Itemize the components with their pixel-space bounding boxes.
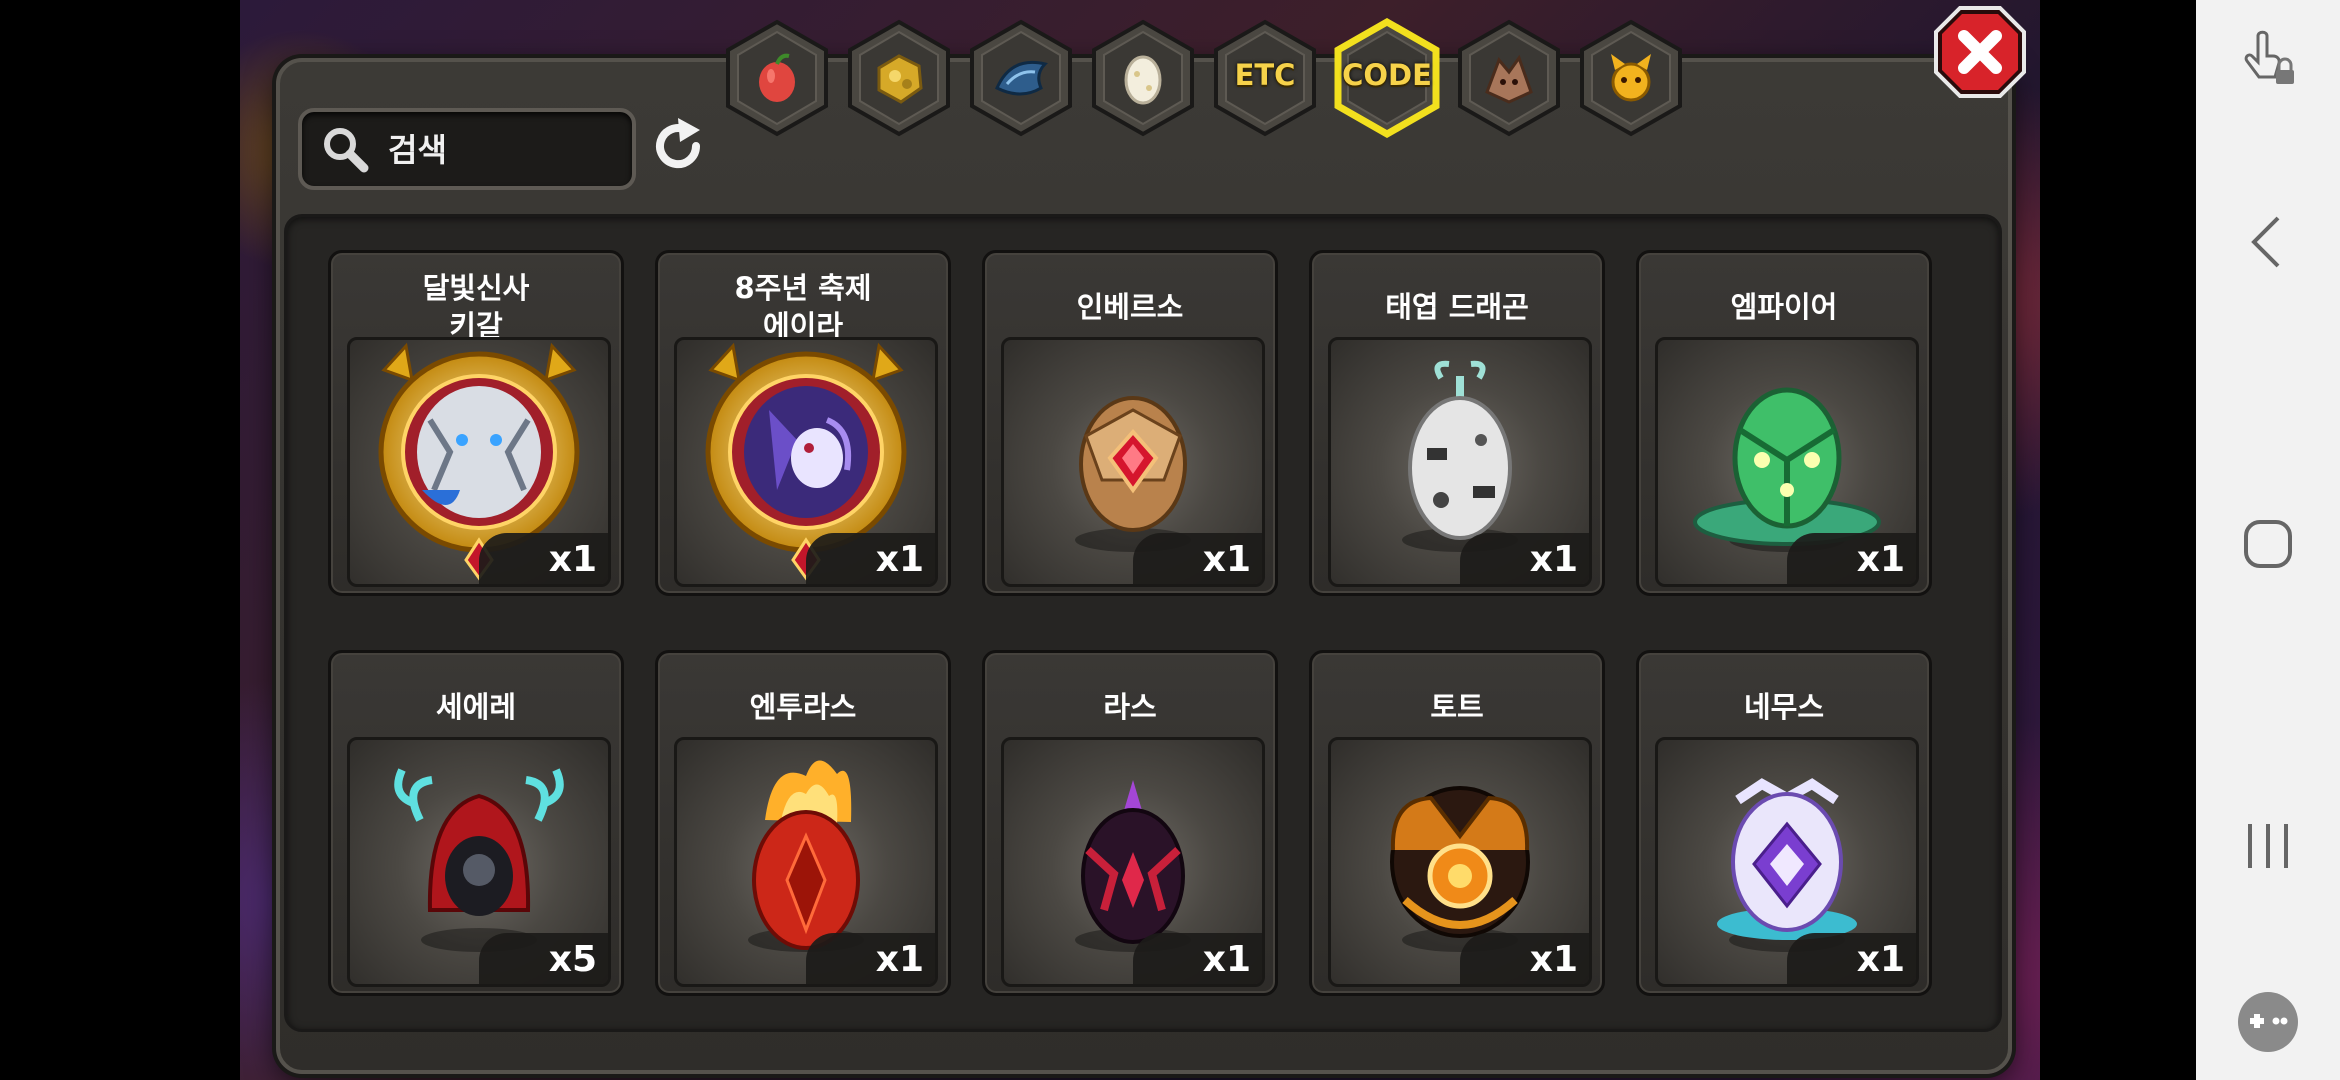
item-quantity: x1 [479,533,608,584]
item-quantity: x1 [1787,933,1916,984]
refresh-icon[interactable] [648,116,708,176]
fruit-icon [759,53,795,102]
back-icon[interactable] [2236,210,2300,274]
item-quantity: x1 [806,933,935,984]
item-card[interactable]: 달빛신사 키갈 x1 [328,250,624,596]
item-frame: x1 [674,337,938,587]
search-box [298,108,636,190]
close-button[interactable] [1932,4,2028,100]
item-card[interactable]: 네무스 x1 [1636,650,1932,996]
tab-dragon[interactable] [1454,18,1564,138]
tab-egg[interactable] [1088,18,1198,138]
search-input[interactable] [386,122,620,178]
item-card[interactable]: 세에레 x5 [328,650,624,996]
tab-label: ETC [1234,58,1296,92]
dragon-scale-icon [995,60,1048,96]
item-frame: x1 [1328,337,1592,587]
item-frame: x1 [1001,737,1265,987]
tab-code[interactable]: CODE [1332,18,1442,138]
item-card[interactable]: 8주년 축제 에이라 x1 [655,250,951,596]
item-frame: x5 [347,737,611,987]
tab-pet[interactable] [1576,18,1686,138]
egg-icon [1124,55,1162,105]
tab-gold-ore[interactable] [844,18,954,138]
gold-ore-icon [877,54,923,104]
tab-label: CODE [1342,58,1432,92]
item-frame: x1 [1328,737,1592,987]
item-quantity: x1 [806,533,935,584]
tab-dragon-scale[interactable] [966,18,1076,138]
item-card[interactable]: 엔투라스 x1 [655,650,951,996]
item-card[interactable]: 엠파이어 x1 [1636,250,1932,596]
dragon-head-icon [1485,54,1533,104]
item-quantity: x5 [479,933,608,984]
item-card[interactable]: 태엽 드래곤 x1 [1309,250,1605,596]
item-frame: x1 [1001,337,1265,587]
item-card[interactable]: 라스 x1 [982,650,1278,996]
touch-lock-icon[interactable] [2236,28,2300,92]
item-quantity: x1 [1133,533,1262,584]
item-frame: x1 [1655,737,1919,987]
search-icon [324,128,369,173]
item-frame: x1 [347,337,611,587]
home-icon[interactable] [2236,512,2300,576]
item-quantity: x1 [1460,933,1589,984]
pet-icon [1611,54,1651,102]
tab-fruit[interactable] [722,18,832,138]
item-frame: x1 [1655,337,1919,587]
item-card[interactable]: 토트 x1 [1309,650,1605,996]
game-tools-icon[interactable] [2236,990,2300,1054]
item-frame: x1 [674,737,938,987]
item-quantity: x1 [1133,933,1262,984]
item-quantity: x1 [1460,533,1589,584]
tab-etc[interactable]: ETC [1210,18,1320,138]
item-card[interactable]: 인베르소 x1 [982,250,1278,596]
recents-icon[interactable] [2236,814,2300,878]
item-quantity: x1 [1787,533,1916,584]
